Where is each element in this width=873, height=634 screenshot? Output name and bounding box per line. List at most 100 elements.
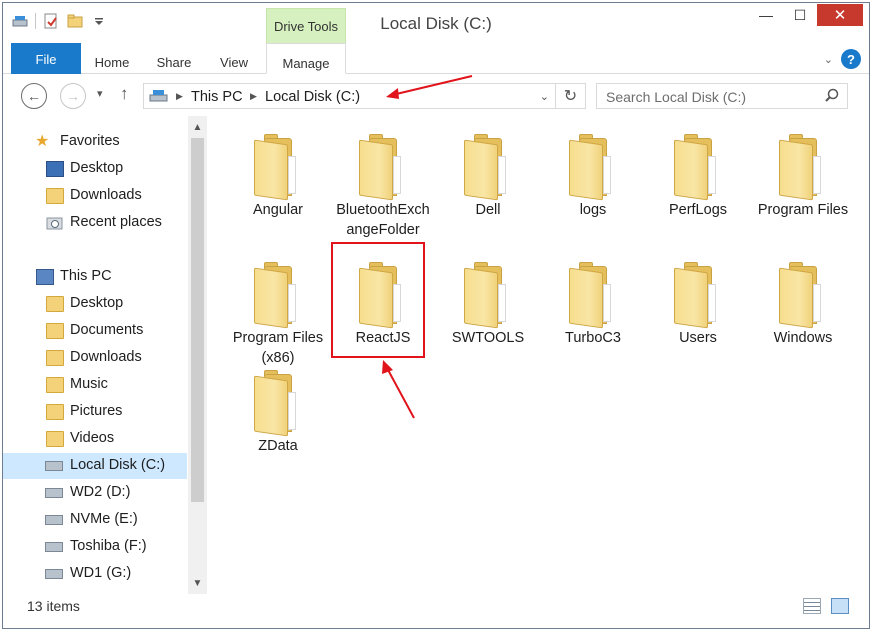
nav-item-toshiba-f[interactable]: Toshiba (F:) [3,534,187,560]
breadcrumb-local-disk[interactable]: Local Disk (C:) [265,89,360,105]
search-icon[interactable] [825,88,839,105]
folder-item[interactable]: PerfLogs [648,124,748,250]
item-count: 13 items [27,598,80,614]
tab-file[interactable]: File [11,43,81,74]
nav-item-desktop[interactable]: Desktop [3,156,187,182]
refresh-button[interactable]: ↻ [556,83,586,109]
nav-item-label: Videos [70,430,115,446]
desktop-icon [46,161,64,177]
annotation-highlight-box [331,242,425,358]
nav-item-label: Desktop [70,295,124,311]
folder-item[interactable]: Users [648,252,748,378]
nav-item-pictures[interactable]: Pictures [3,399,187,425]
nav-item-label: Downloads [70,349,142,365]
recent-locations-dropdown[interactable]: ▾ [97,87,103,100]
nav-pane-scrollbar[interactable]: ▲ ▼ [188,116,207,594]
details-view-icon[interactable] [803,598,821,614]
folder-item[interactable]: Dell [438,124,538,250]
folder-label: BluetoothExchangeFolder [336,202,430,238]
drive-icon [45,488,63,498]
star-icon: ★ [35,133,50,150]
nav-item-music[interactable]: Music [3,372,187,398]
search-input[interactable]: Search Local Disk (C:) [606,89,746,105]
scrollbar-thumb[interactable] [191,138,204,502]
nav-item-label: WD1 (G:) [70,565,132,581]
folder-item[interactable]: BluetoothExchangeFolder [333,124,433,250]
tab-share[interactable]: Share [147,43,201,74]
folder-item[interactable]: Program Files [753,124,853,250]
window-controls: — ☐ ✕ [749,4,863,26]
minimize-button[interactable]: — [749,4,783,26]
help-icon[interactable]: ? [841,49,861,69]
up-button[interactable]: ↑ [120,84,129,104]
nav-item-downloads-pc[interactable]: Downloads [3,345,187,371]
nav-item-documents[interactable]: Documents [3,318,187,344]
scroll-up-icon[interactable]: ▲ [188,118,207,136]
search-box[interactable]: Search Local Disk (C:) [596,83,848,109]
tab-view[interactable]: View [207,43,261,74]
breadcrumb-separator-icon: ▶ [250,91,257,101]
ribbon-tabs: File Home Share View Manage ⌄ ? [3,43,869,74]
forward-button[interactable]: → [60,83,86,109]
nav-item-wd1-g[interactable]: WD1 (G:) [3,561,187,587]
folder-item[interactable]: ZData [228,360,328,486]
folder-icon [46,404,64,420]
nav-item-label: Recent places [70,214,162,230]
nav-item-videos[interactable]: Videos [3,426,187,452]
folder-item[interactable]: SWTOOLS [438,252,538,378]
folder-item[interactable]: Windows [753,252,853,378]
folder-label: ZData [258,438,298,454]
folder-item[interactable]: TurboC3 [543,252,643,378]
folder-label: SWTOOLS [451,330,525,346]
nav-item-desktop-pc[interactable]: Desktop [3,291,187,317]
scroll-down-icon[interactable]: ▼ [188,574,207,592]
folder-label: Program Files [757,202,849,218]
nav-item-recent-places[interactable]: Recent places [3,210,187,236]
nav-item-favorites[interactable]: ★ Favorites [3,129,187,155]
tab-home[interactable]: Home [83,43,141,74]
drive-icon [45,542,63,552]
expand-ribbon-icon[interactable]: ⌄ [824,53,833,66]
nav-item-label: Local Disk (C:) [70,457,166,473]
folder-label: PerfLogs [668,202,728,218]
nav-item-label: Toshiba (F:) [70,538,147,554]
folder-icon [46,377,64,393]
folder-icon [357,134,413,201]
folder-icon [46,350,64,366]
system-drive-icon [45,461,63,471]
address-dropdown-icon[interactable]: ⌄ [540,90,549,103]
nav-item-label: Pictures [70,403,123,419]
drive-icon [45,569,63,579]
close-button[interactable]: ✕ [817,4,863,26]
nav-item-downloads[interactable]: Downloads [3,183,187,209]
maximize-button[interactable]: ☐ [783,4,817,26]
folder-icon [252,370,308,437]
folder-icon [46,431,64,447]
nav-item-this-pc[interactable]: This PC [3,264,187,290]
tab-manage[interactable]: Manage [266,43,346,74]
computer-icon [36,269,54,285]
back-button[interactable]: ← [21,83,47,109]
large-icons-view-icon[interactable] [831,598,849,614]
folder-item[interactable]: Angular [228,124,328,250]
explorer-window: Drive Tools Local Disk (C:) — ☐ ✕ File H… [2,2,870,629]
nav-item-local-disk-c[interactable]: Local Disk (C:) [3,453,187,479]
nav-item-nvme-e[interactable]: NVMe (E:) [3,507,187,533]
folder-label: Dell [475,202,501,218]
folder-label: Windows [773,330,833,346]
nav-item-label: Music [70,376,108,392]
folder-icon [462,134,518,201]
breadcrumb-separator-icon: ▶ [176,91,183,101]
drive-icon [45,515,63,525]
folder-item[interactable]: logs [543,124,643,250]
breadcrumb-this-pc[interactable]: This PC [191,89,243,105]
nav-item-label: Downloads [70,187,142,203]
folder-content: Angular BluetoothExchangeFolder Dell logs Pe… [209,116,869,594]
navigation-bar: ← → ▾ ↑ ▶ This PC ▶ Local Disk (C:) ⌄ ↻ … [3,74,869,116]
folder-icon [46,323,64,339]
nav-item-label: Documents [70,322,144,338]
nav-item-wd2-d[interactable]: WD2 (D:) [3,480,187,506]
folder-icon [252,262,308,329]
folder-icon [672,262,728,329]
address-bar[interactable]: ▶ This PC ▶ Local Disk (C:) ⌄ [143,83,556,109]
